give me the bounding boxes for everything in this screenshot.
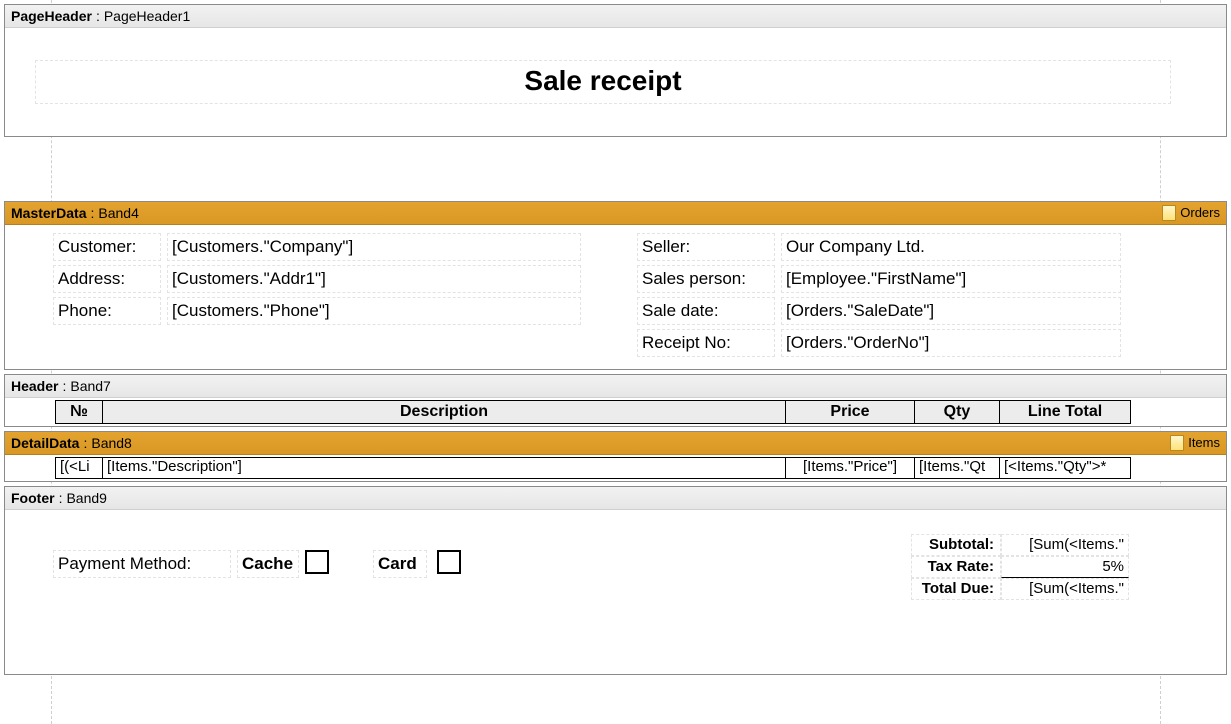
col-header-description[interactable]: Description	[102, 400, 786, 424]
band-body-detaildata[interactable]: [(<Li [Items."Description"] [Items."Pric…	[5, 455, 1226, 481]
cell-description[interactable]: [Items."Description"]	[102, 457, 786, 479]
col-header-qty[interactable]: Qty	[914, 400, 1000, 424]
dataset-icon	[1162, 205, 1176, 221]
band-type-label: PageHeader	[11, 5, 92, 27]
col-header-linetotal[interactable]: Line Total	[999, 400, 1131, 424]
memo-card-label[interactable]: Card	[373, 550, 427, 578]
band-header[interactable]: Header: Band7 № Description Price Qty Li…	[4, 374, 1227, 427]
report-designer-page[interactable]: PageHeader: PageHeader1 Sale receipt Mas…	[0, 0, 1231, 724]
band-type-label: Footer	[11, 487, 55, 509]
memo-receiptno-label[interactable]: Receipt No:	[637, 329, 775, 357]
cell-price[interactable]: [Items."Price"]	[785, 457, 915, 479]
band-name-label: PageHeader1	[104, 5, 190, 27]
memo-subtotal-value[interactable]: [Sum(<Items."	[1001, 534, 1129, 556]
memo-totaldue-label[interactable]: Total Due:	[911, 578, 1001, 600]
memo-saledate-value[interactable]: [Orders."SaleDate"]	[781, 297, 1121, 325]
band-header-detaildata[interactable]: DetailData: Band8 Items	[5, 432, 1226, 455]
memo-phone-value[interactable]: [Customers."Phone"]	[167, 297, 581, 325]
band-footer[interactable]: Footer: Band9 Payment Method: Cache Card…	[4, 486, 1227, 675]
memo-phone-label[interactable]: Phone:	[53, 297, 161, 325]
checkbox-card[interactable]	[437, 550, 461, 574]
band-name-label: Band7	[70, 375, 110, 397]
band-body-masterdata[interactable]: Customer: [Customers."Company"] Address:…	[5, 225, 1226, 369]
band-body-footer[interactable]: Payment Method: Cache Card Subtotal: [Su…	[5, 510, 1226, 674]
memo-address-value[interactable]: [Customers."Addr1"]	[167, 265, 581, 293]
col-header-price[interactable]: Price	[785, 400, 915, 424]
band-dataset-name: Items	[1188, 432, 1220, 454]
band-type-label: DetailData	[11, 432, 79, 454]
table-header-row[interactable]: № Description Price Qty Line Total	[55, 400, 1131, 424]
memo-payment-method-label[interactable]: Payment Method:	[53, 550, 231, 578]
checkbox-cache[interactable]	[305, 550, 329, 574]
memo-report-title[interactable]: Sale receipt	[35, 60, 1171, 104]
band-type-label: Header	[11, 375, 58, 397]
band-masterdata[interactable]: MasterData: Band4 Orders Customer: [Cust…	[4, 201, 1227, 370]
memo-taxrate-value[interactable]: 5%	[1001, 556, 1129, 578]
memo-subtotal-label[interactable]: Subtotal:	[911, 534, 1001, 556]
band-body-pageheader[interactable]: Sale receipt	[5, 28, 1226, 136]
band-name-label: Band9	[66, 487, 106, 509]
memo-saledate-label[interactable]: Sale date:	[637, 297, 775, 325]
band-header-header[interactable]: Header: Band7	[5, 375, 1226, 398]
band-name-label: Band4	[98, 202, 138, 224]
memo-taxrate-label[interactable]: Tax Rate:	[911, 556, 1001, 578]
col-header-no[interactable]: №	[55, 400, 103, 424]
memo-customer-label[interactable]: Customer:	[53, 233, 161, 261]
band-detaildata[interactable]: DetailData: Band8 Items [(<Li [Items."De…	[4, 431, 1227, 482]
memo-cache-label[interactable]: Cache	[237, 550, 299, 578]
memo-receiptno-value[interactable]: [Orders."OrderNo"]	[781, 329, 1121, 357]
band-header-pageheader[interactable]: PageHeader: PageHeader1	[5, 5, 1226, 28]
band-body-header[interactable]: № Description Price Qty Line Total	[5, 398, 1226, 426]
band-dataset-link[interactable]: Orders	[1162, 202, 1220, 224]
detail-row[interactable]: [(<Li [Items."Description"] [Items."Pric…	[55, 457, 1131, 479]
band-header-footer[interactable]: Footer: Band9	[5, 487, 1226, 510]
memo-seller-value[interactable]: Our Company Ltd.	[781, 233, 1121, 261]
cell-qty[interactable]: [Items."Qt	[914, 457, 1000, 479]
band-pageheader[interactable]: PageHeader: PageHeader1 Sale receipt	[4, 4, 1227, 137]
memo-seller-label[interactable]: Seller:	[637, 233, 775, 261]
band-dataset-name: Orders	[1180, 202, 1220, 224]
memo-salesperson-label[interactable]: Sales person:	[637, 265, 775, 293]
dataset-icon	[1170, 435, 1184, 451]
memo-customer-value[interactable]: [Customers."Company"]	[167, 233, 581, 261]
memo-address-label[interactable]: Address:	[53, 265, 161, 293]
band-dataset-link[interactable]: Items	[1170, 432, 1220, 454]
memo-salesperson-value[interactable]: [Employee."FirstName"]	[781, 265, 1121, 293]
subtotal-box: Subtotal: [Sum(<Items." Tax Rate: 5% Tot…	[911, 534, 1129, 600]
band-type-label: MasterData	[11, 202, 86, 224]
band-gap	[4, 141, 1227, 201]
band-name-label: Band8	[91, 432, 131, 454]
cell-linetotal[interactable]: [<Items."Qty">*	[999, 457, 1131, 479]
memo-totaldue-value[interactable]: [Sum(<Items."	[1001, 578, 1129, 600]
band-header-masterdata[interactable]: MasterData: Band4 Orders	[5, 202, 1226, 225]
cell-no[interactable]: [(<Li	[55, 457, 103, 479]
